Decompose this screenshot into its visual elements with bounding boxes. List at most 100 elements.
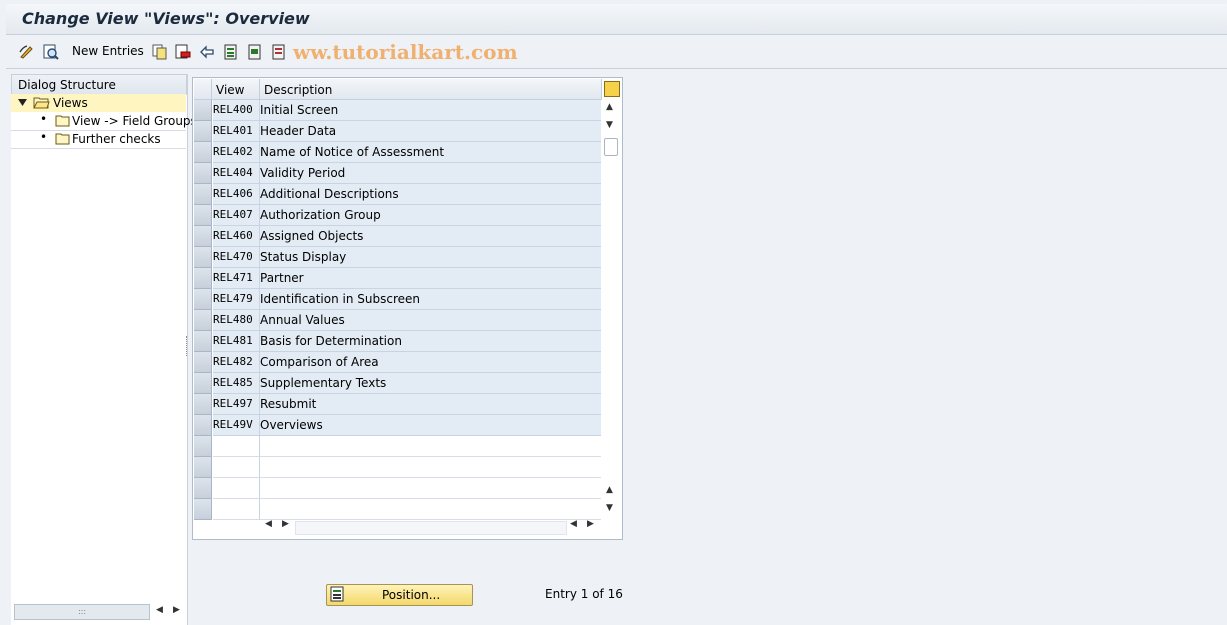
row-selector[interactable] <box>194 142 212 163</box>
delete-icon[interactable] <box>174 43 192 61</box>
display-change-icon[interactable] <box>18 43 36 61</box>
scrollbar-thumb[interactable] <box>604 138 618 156</box>
tree-item-further-checks[interactable]: • Further checks <box>11 130 186 148</box>
row-selector[interactable] <box>194 394 212 415</box>
table-row[interactable]: REL471 Partner <box>193 268 601 289</box>
cell-view: REL482 <box>213 352 260 373</box>
views-table: View Description REL400 Initial Screen REL… <box>192 77 623 540</box>
table-row[interactable] <box>193 499 601 520</box>
table-row[interactable]: REL407 Authorization Group <box>193 205 601 226</box>
row-selector[interactable] <box>194 310 212 331</box>
select-all-column-header[interactable] <box>194 79 212 100</box>
horizontal-scrollbar[interactable] <box>295 521 567 535</box>
scroll-right-icon[interactable]: ▶ <box>282 519 289 535</box>
table-row[interactable]: REL401 Header Data <box>193 121 601 142</box>
cell-view: REL479 <box>213 289 260 310</box>
tree-item-views[interactable]: Views <box>11 94 186 112</box>
cell-description: Identification in Subscreen <box>260 289 601 310</box>
cell-description: Header Data <box>260 121 601 142</box>
cell-description <box>260 478 601 499</box>
cell-view: REL402 <box>213 142 260 163</box>
row-selector[interactable] <box>194 289 212 310</box>
row-selector[interactable] <box>194 373 212 394</box>
cell-description: Basis for Determination <box>260 331 601 352</box>
table-row[interactable]: REL460 Assigned Objects <box>193 226 601 247</box>
row-selector[interactable] <box>194 478 212 499</box>
scroll-left-icon[interactable]: ◀ <box>570 519 577 535</box>
row-selector[interactable] <box>194 163 212 184</box>
row-selector[interactable] <box>194 415 212 436</box>
cell-description <box>260 499 601 520</box>
title-bar: Change View "Views": Overview <box>6 4 1227 35</box>
table-row[interactable] <box>193 457 601 478</box>
row-selector[interactable] <box>194 268 212 289</box>
scroll-up-icon[interactable]: ▲ <box>606 485 613 495</box>
scroll-left-icon[interactable]: ◀ <box>265 519 272 535</box>
cell-description: Resubmit <box>260 394 601 415</box>
row-selector[interactable] <box>194 184 212 205</box>
cell-view: REL480 <box>213 310 260 331</box>
cell-view: REL481 <box>213 331 260 352</box>
position-icon <box>330 586 344 602</box>
table-row[interactable]: REL406 Additional Descriptions <box>193 184 601 205</box>
cell-view <box>213 499 260 520</box>
cell-view: REL485 <box>213 373 260 394</box>
folder-icon <box>55 133 70 145</box>
horizontal-scrollbar-thumb[interactable]: ::: <box>14 604 150 620</box>
table-row[interactable] <box>193 436 601 457</box>
details-icon[interactable] <box>42 43 60 61</box>
table-row[interactable]: REL49V Overviews <box>193 415 601 436</box>
row-selector[interactable] <box>194 121 212 142</box>
scroll-down-icon[interactable]: ▼ <box>606 120 613 130</box>
cell-view: REL401 <box>213 121 260 142</box>
select-block-icon[interactable] <box>246 43 264 61</box>
select-all-icon[interactable] <box>222 43 240 61</box>
table-row[interactable]: REL485 Supplementary Texts <box>193 373 601 394</box>
table-row[interactable]: REL482 Comparison of Area <box>193 352 601 373</box>
folder-icon <box>55 115 70 127</box>
row-selector[interactable] <box>194 331 212 352</box>
table-row[interactable]: REL402 Name of Notice of Assessment <box>193 142 601 163</box>
cell-description: Supplementary Texts <box>260 373 601 394</box>
position-button[interactable]: Position... <box>326 584 473 606</box>
undo-icon[interactable] <box>198 43 216 61</box>
cell-view <box>213 457 260 478</box>
scroll-down-icon[interactable]: ▼ <box>606 503 613 513</box>
row-selector[interactable] <box>194 247 212 268</box>
table-row[interactable]: REL480 Annual Values <box>193 310 601 331</box>
panel-splitter[interactable] <box>186 336 189 356</box>
row-selector[interactable] <box>194 100 212 121</box>
scroll-right-icon[interactable]: ▶ <box>173 605 180 615</box>
row-selector[interactable] <box>194 226 212 247</box>
new-entries-button[interactable]: New Entries <box>72 44 144 58</box>
table-row[interactable]: REL470 Status Display <box>193 247 601 268</box>
expand-triangle-icon[interactable] <box>18 99 27 107</box>
tree-item-view-field-groups[interactable]: • View -> Field Groups <box>11 112 197 130</box>
table-row[interactable]: REL481 Basis for Determination <box>193 331 601 352</box>
cell-description: Initial Screen <box>260 100 601 121</box>
table-settings-icon[interactable] <box>604 81 620 97</box>
cell-view: REL471 <box>213 268 260 289</box>
vertical-scrollbar[interactable]: ▲ ▼ ▲ ▼ <box>602 100 620 518</box>
cell-description: Assigned Objects <box>260 226 601 247</box>
row-selector[interactable] <box>194 436 212 457</box>
row-selector[interactable] <box>194 352 212 373</box>
table-row[interactable]: REL497 Resubmit <box>193 394 601 415</box>
column-header-view[interactable]: View <box>212 79 260 100</box>
cell-description: Status Display <box>260 247 601 268</box>
table-row[interactable] <box>193 478 601 499</box>
cell-view: REL470 <box>213 247 260 268</box>
row-selector[interactable] <box>194 499 212 520</box>
entry-counter: Entry 1 of 16 <box>545 587 623 601</box>
deselect-all-icon[interactable] <box>270 43 288 61</box>
table-row[interactable]: REL479 Identification in Subscreen <box>193 289 601 310</box>
scroll-up-icon[interactable]: ▲ <box>606 102 613 112</box>
table-row[interactable]: REL400 Initial Screen <box>193 100 601 121</box>
row-selector[interactable] <box>194 205 212 226</box>
scroll-left-icon[interactable]: ◀ <box>156 605 163 615</box>
table-row[interactable]: REL404 Validity Period <box>193 163 601 184</box>
row-selector[interactable] <box>194 457 212 478</box>
column-header-description[interactable]: Description <box>260 79 602 100</box>
copy-icon[interactable] <box>151 43 169 61</box>
scroll-right-icon[interactable]: ▶ <box>587 519 594 535</box>
